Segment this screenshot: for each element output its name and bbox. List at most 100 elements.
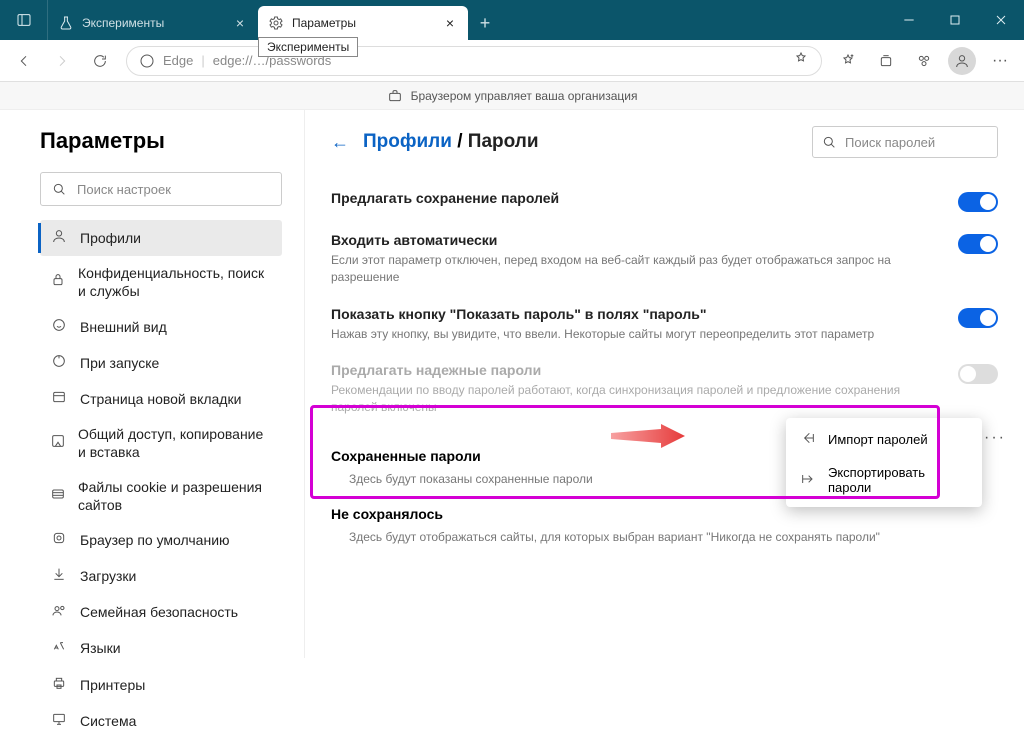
breadcrumb-back[interactable]: ← bbox=[331, 132, 349, 153]
maximize-button[interactable] bbox=[932, 0, 978, 40]
toggle[interactable] bbox=[958, 308, 998, 328]
close-icon[interactable]: × bbox=[232, 15, 248, 31]
sidebar-item[interactable]: Общий доступ, копирование и вставка bbox=[40, 417, 282, 469]
collections-button[interactable] bbox=[868, 45, 904, 77]
tab-settings[interactable]: Параметры × bbox=[258, 6, 468, 40]
nav-label: Загрузки bbox=[80, 567, 136, 585]
setting-row: Предлагать сохранение паролей bbox=[331, 180, 998, 222]
extensions-button[interactable] bbox=[906, 45, 942, 77]
toggle[interactable] bbox=[958, 234, 998, 254]
search-icon bbox=[821, 134, 837, 150]
export-passwords[interactable]: Экспортировать пароли bbox=[786, 457, 982, 503]
managed-text: Браузером управляет ваша организация bbox=[411, 89, 638, 103]
reader-icon[interactable] bbox=[793, 51, 809, 70]
close-button[interactable] bbox=[978, 0, 1024, 40]
edge-label: Edge bbox=[163, 53, 193, 68]
sidebar-item[interactable]: Браузер по умолчанию bbox=[40, 522, 282, 558]
setting-row: Входить автоматически Если этот параметр … bbox=[331, 222, 998, 296]
nav-label: Профили bbox=[80, 229, 141, 247]
nav-icon bbox=[50, 353, 68, 373]
toolbar: Edge | edge://…/passwords ··· bbox=[0, 40, 1024, 82]
edge-icon bbox=[139, 53, 155, 69]
tab-tooltip: Эксперименты bbox=[258, 37, 358, 57]
import-icon bbox=[800, 430, 816, 449]
sidebar-item[interactable]: Семейная безопасность bbox=[40, 594, 282, 630]
setting-desc: Если этот параметр отключен, перед входо… bbox=[331, 252, 918, 286]
setting-row: Предлагать надежные пароли Рекомендации п… bbox=[331, 352, 998, 426]
sidebar-item[interactable]: Страница новой вкладки bbox=[40, 381, 282, 417]
back-button[interactable] bbox=[6, 45, 42, 77]
titlebar: Эксперименты × Параметры × + bbox=[0, 0, 1024, 40]
nav-icon bbox=[50, 675, 68, 695]
settings-sidebar: Параметры Поиск настроек Профили Конфиден… bbox=[0, 110, 305, 658]
nav-icon bbox=[50, 638, 68, 658]
breadcrumb-link[interactable]: Профили bbox=[363, 131, 452, 152]
tab-actions-button[interactable] bbox=[0, 0, 48, 40]
nav-label: Семейная безопасность bbox=[80, 603, 238, 621]
tab-label: Параметры bbox=[292, 16, 434, 30]
address-bar[interactable]: Edge | edge://…/passwords bbox=[126, 46, 822, 76]
settings-search[interactable]: Поиск настроек bbox=[40, 172, 282, 206]
import-passwords[interactable]: Импорт паролей bbox=[786, 422, 982, 457]
password-search[interactable]: Поиск паролей bbox=[812, 126, 998, 158]
settings-main: ← Профили / Пароли Поиск паролей Предлаг… bbox=[305, 110, 1024, 658]
sidebar-item[interactable]: Профили bbox=[40, 220, 282, 256]
sidebar-icon bbox=[16, 12, 32, 28]
nav-icon bbox=[50, 433, 66, 453]
nav-icon bbox=[50, 317, 68, 337]
sidebar-title: Параметры bbox=[40, 128, 282, 154]
sidebar-item[interactable]: При запуске bbox=[40, 345, 282, 381]
sidebar-item[interactable]: Загрузки bbox=[40, 558, 282, 594]
search-icon bbox=[51, 181, 67, 197]
nav-label: Языки bbox=[80, 639, 121, 657]
sidebar-item[interactable]: Внешний вид bbox=[40, 309, 282, 345]
nav-icon bbox=[50, 389, 68, 409]
nav-label: Файлы cookie и разрешения сайтов bbox=[78, 478, 272, 514]
breadcrumb-current: Пароли bbox=[468, 131, 539, 152]
sidebar-item[interactable]: Файлы cookie и разрешения сайтов bbox=[40, 470, 282, 522]
nav-icon bbox=[50, 602, 68, 622]
annotation-arrow bbox=[611, 424, 685, 448]
tab-experiments[interactable]: Эксперименты × bbox=[48, 6, 258, 40]
sidebar-item[interactable]: Принтеры bbox=[40, 667, 282, 703]
toggle[interactable] bbox=[958, 364, 998, 384]
setting-desc: Нажав эту кнопку, вы увидите, что ввели.… bbox=[331, 326, 918, 343]
nav-icon bbox=[50, 711, 68, 731]
setting-title: Предлагать сохранение паролей bbox=[331, 190, 918, 206]
breadcrumb: ← Профили / Пароли Поиск паролей bbox=[331, 126, 998, 158]
nav-label: Общий доступ, копирование и вставка bbox=[78, 425, 272, 461]
close-icon[interactable]: × bbox=[442, 15, 458, 31]
section-title: Не сохранялось bbox=[331, 506, 998, 522]
favorites-button[interactable] bbox=[830, 45, 866, 77]
sidebar-item[interactable]: Языки bbox=[40, 630, 282, 666]
managed-banner: Браузером управляет ваша организация bbox=[0, 82, 1024, 110]
nav-label: Внешний вид bbox=[80, 318, 167, 336]
new-tab-button[interactable]: + bbox=[468, 6, 502, 40]
refresh-button[interactable] bbox=[82, 45, 118, 77]
window-controls bbox=[886, 0, 1024, 40]
nav-icon bbox=[50, 530, 68, 550]
forward-button[interactable] bbox=[44, 45, 80, 77]
export-icon bbox=[800, 471, 816, 490]
briefcase-icon bbox=[387, 88, 403, 104]
nav-label: При запуске bbox=[80, 354, 159, 372]
setting-title: Входить автоматически bbox=[331, 232, 918, 248]
more-options-button[interactable]: ··· bbox=[984, 429, 1006, 447]
sidebar-item[interactable]: Система bbox=[40, 703, 282, 739]
minimize-button[interactable] bbox=[886, 0, 932, 40]
setting-desc: Рекомендации по вводу паролей работают, … bbox=[331, 382, 918, 416]
flask-icon bbox=[58, 15, 74, 31]
setting-row: Показать кнопку "Показать пароль" в поля… bbox=[331, 296, 998, 353]
nav-label: Конфиденциальность, поиск и службы bbox=[78, 264, 272, 300]
menu-button[interactable]: ··· bbox=[982, 45, 1018, 77]
nav-icon bbox=[50, 272, 66, 292]
setting-title: Предлагать надежные пароли bbox=[331, 362, 918, 378]
gear-icon bbox=[268, 15, 284, 31]
toggle[interactable] bbox=[958, 192, 998, 212]
nav-label: Браузер по умолчанию bbox=[80, 531, 230, 549]
nav-icon bbox=[50, 228, 68, 248]
profile-button[interactable] bbox=[944, 45, 980, 77]
section-desc: Здесь будут отображаться сайты, для кото… bbox=[349, 530, 998, 544]
tab-label: Эксперименты bbox=[82, 16, 224, 30]
sidebar-item[interactable]: Конфиденциальность, поиск и службы bbox=[40, 256, 282, 308]
